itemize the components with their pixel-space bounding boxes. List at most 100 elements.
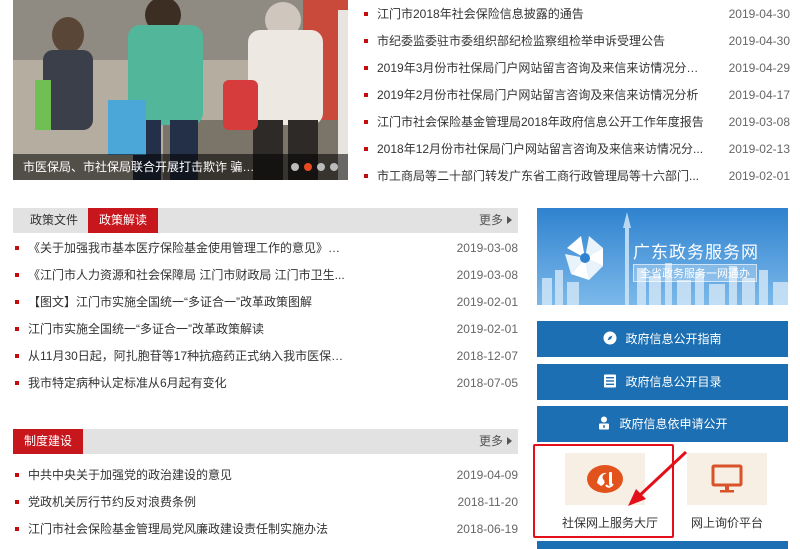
news-title[interactable]: 江门市社会保险基金管理局2018年政府信息公开工作年度报告 [377, 109, 704, 136]
bullet-icon [364, 39, 368, 43]
news-date: 2019-02-01 [456, 295, 518, 309]
news-title[interactable]: 江门市实施全国统一“多证合一”改革政策解读 [28, 316, 264, 343]
more-link[interactable]: 更多 [479, 208, 512, 233]
carousel-dot-active[interactable] [304, 163, 312, 171]
list-item[interactable]: 江门市2018年社会保险信息披露的通告 2019-04-30 [362, 1, 790, 28]
banner-title: 广东政务服务网 [633, 243, 759, 262]
gov-info-request-label[interactable]: 政府信息依申请公开 [619, 417, 727, 431]
news-title[interactable]: 【图文】江门市实施全国统一“多证合一”改革政策图解 [28, 289, 312, 316]
news-date: 2018-11-20 [457, 495, 519, 509]
news-carousel[interactable]: 市医保局、市社保局联合开展打击欺诈 骗取医... [13, 0, 348, 180]
news-title[interactable]: 2019年3月份市社保局门户网站留言咨询及来信来访情况分析... [377, 55, 707, 82]
news-date: 2018-12-07 [456, 349, 518, 363]
news-title[interactable]: 中共中央关于加强党的政治建设的意见 [28, 462, 232, 489]
bullet-icon [15, 327, 19, 331]
list-item[interactable]: 市纪委监委驻市委组织部纪检监察组检举申诉受理公告 2019-04-30 [362, 28, 790, 55]
list-item[interactable]: 我市特定病种认定标准从6月起有变化 2018-07-05 [13, 370, 518, 397]
gov-info-guide-label[interactable]: 政府信息公开指南 [625, 332, 721, 346]
list-item[interactable]: 《江门市人力资源和社会保障局 江门市财政局 江门市卫生... 2019-03-0… [13, 262, 518, 289]
list-item[interactable]: 党政机关厉行节约反对浪费条例 2018-11-20 [13, 489, 518, 516]
inquiry-tile-box[interactable] [687, 453, 767, 505]
gov-info-catalog-label[interactable]: 政府信息公开目录 [625, 375, 721, 389]
gov-info-request-button[interactable]: 政府信息依申请公开 [537, 406, 788, 442]
news-date: 2019-03-08 [456, 268, 518, 282]
news-date: 2018-07-05 [456, 376, 518, 390]
system-list: 中共中央关于加强党的政治建设的意见 2019-04-09 党政机关厉行节约反对浪… [13, 462, 518, 543]
tab-policy-documents[interactable]: 政策文件 [19, 208, 89, 233]
bullet-icon [364, 93, 368, 97]
gov-info-guide-button[interactable]: 政府信息公开指南 [537, 321, 788, 357]
more-label[interactable]: 更多 [479, 434, 503, 448]
bullet-icon [15, 527, 19, 531]
news-title[interactable]: 我市特定病种认定标准从6月起有变化 [28, 370, 227, 397]
list-icon [604, 374, 617, 388]
list-item[interactable]: 《关于加强我市基本医疗保险基金使用管理工作的意见》图解 2019-03-08 [13, 235, 518, 262]
news-title[interactable]: 党政机关厉行节约反对浪费条例 [28, 489, 196, 516]
list-item[interactable]: 江门市社会保险基金管理局2018年政府信息公开工作年度报告 2019-03-08 [362, 109, 790, 136]
policy-tabbox: 政策文件 政策解读 更多 《关于加强我市基本医疗保险基金使用管理工作的意见》图解… [13, 208, 518, 397]
bullet-icon [15, 500, 19, 504]
policy-tabbar: 政策文件 政策解读 更多 [13, 208, 518, 233]
gov-info-catalog-button[interactable]: 政府信息公开目录 [537, 364, 788, 400]
news-date: 2019-02-01 [728, 169, 790, 183]
news-title[interactable]: 2019年2月份市社保局门户网站留言咨询及来信来访情况分析 [377, 82, 698, 109]
news-title[interactable]: 江门市2018年社会保险信息披露的通告 [377, 1, 584, 28]
online-inquiry-platform-tile[interactable]: 网上询价平台 [687, 453, 767, 531]
arrow-right-icon [507, 216, 512, 224]
bullet-icon [364, 174, 368, 178]
news-date: 2019-02-01 [456, 322, 518, 336]
bullet-icon [15, 300, 19, 304]
news-date: 2019-04-17 [728, 88, 790, 102]
carousel-caption-text[interactable]: 市医保局、市社保局联合开展打击欺诈 骗取医... [23, 154, 265, 180]
arrow-right-icon [507, 437, 512, 445]
compass-icon [603, 331, 617, 345]
system-tabbox: 制度建设 更多 中共中央关于加强党的政治建设的意见 2019-04-09 党政机… [13, 429, 518, 543]
bullet-icon [364, 147, 368, 151]
news-date: 2018-06-19 [456, 522, 518, 536]
news-title[interactable]: 《江门市人力资源和社会保障局 江门市财政局 江门市卫生... [28, 262, 345, 289]
carousel-dot[interactable] [291, 163, 299, 171]
tab-system-construction[interactable]: 制度建设 [13, 429, 84, 454]
bullet-icon [364, 66, 368, 70]
bullet-icon [15, 473, 19, 477]
news-date: 2019-04-09 [456, 468, 518, 482]
monitor-icon [711, 464, 743, 493]
bullet-icon [15, 354, 19, 358]
list-item[interactable]: 江门市社会保险基金管理局党风廉政建设责任制实施办法 2018-06-19 [13, 516, 518, 543]
list-item[interactable]: 2019年3月份市社保局门户网站留言咨询及来信来访情况分析... 2019-04… [362, 55, 790, 82]
list-item[interactable]: 2019年2月份市社保局门户网站留言咨询及来信来访情况分析 2019-04-17 [362, 82, 790, 109]
more-label[interactable]: 更多 [479, 213, 503, 227]
bullet-icon [364, 12, 368, 16]
news-date: 2019-04-30 [728, 7, 790, 21]
news-title[interactable]: 2018年12月份市社保局门户网站留言咨询及来信来访情况分... [377, 136, 703, 163]
tab-policy-interpretation[interactable]: 政策解读 [88, 208, 159, 233]
gd-gov-service-banner[interactable]: 广东政务服务网 全省政务服务一网通办 [537, 208, 788, 305]
carousel-dot[interactable] [317, 163, 325, 171]
news-title[interactable]: 江门市社会保险基金管理局党风廉政建设责任制实施办法 [28, 516, 328, 543]
news-date: 2019-03-08 [728, 115, 790, 129]
news-title[interactable]: 市纪委监委驻市委组织部纪检监察组检举申诉受理公告 [377, 28, 665, 55]
bullet-icon [15, 381, 19, 385]
news-title[interactable]: 《关于加强我市基本医疗保险基金使用管理工作的意见》图解 [28, 235, 348, 262]
inquiry-tile-label[interactable]: 网上询价平台 [687, 514, 767, 531]
news-date: 2019-04-30 [728, 34, 790, 48]
news-date: 2019-04-29 [728, 61, 790, 75]
list-item[interactable]: 【图文】江门市实施全国统一“多证合一”改革政策图解 2019-02-01 [13, 289, 518, 316]
carousel-dots [291, 163, 338, 171]
policy-list: 《关于加强我市基本医疗保险基金使用管理工作的意见》图解 2019-03-08 《… [13, 235, 518, 397]
bullet-icon [364, 120, 368, 124]
list-item[interactable]: 中共中央关于加强党的政治建设的意见 2019-04-09 [13, 462, 518, 489]
list-item[interactable]: 江门市实施全国统一“多证合一”改革政策解读 2019-02-01 [13, 316, 518, 343]
list-item[interactable]: 市工商局等二十部门转发广东省工商行政管理局等十六部门... 2019-02-01 [362, 163, 790, 190]
bottom-service-strip [537, 541, 788, 549]
bullet-icon [15, 246, 19, 250]
news-title[interactable]: 市工商局等二十部门转发广东省工商行政管理局等十六部门... [377, 163, 699, 190]
more-link[interactable]: 更多 [479, 429, 512, 454]
news-title[interactable]: 从11月30日起，阿扎胞苷等17种抗癌药正式纳入我市医保目... [28, 343, 348, 370]
news-date: 2019-02-13 [728, 142, 790, 156]
list-item[interactable]: 从11月30日起，阿扎胞苷等17种抗癌药正式纳入我市医保目... 2018-12… [13, 343, 518, 370]
banner-subtitle: 全省政务服务一网通办 [633, 264, 757, 282]
carousel-photo [13, 0, 348, 180]
carousel-dot[interactable] [330, 163, 338, 171]
list-item[interactable]: 2018年12月份市社保局门户网站留言咨询及来信来访情况分... 2019-02… [362, 136, 790, 163]
